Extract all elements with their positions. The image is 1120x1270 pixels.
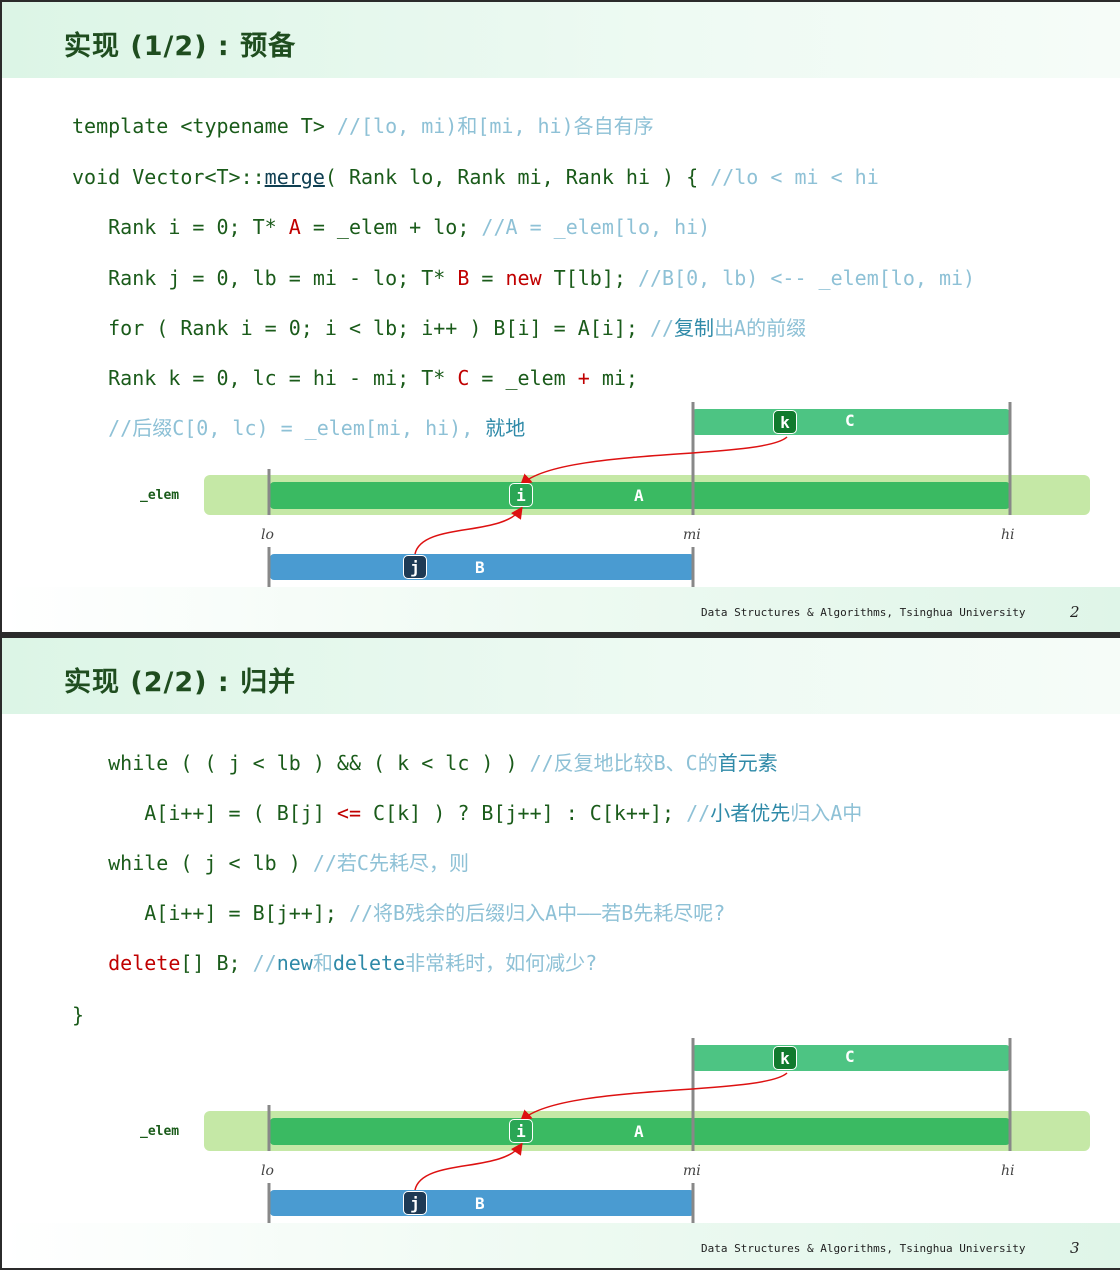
code-line: void Vector<T>::merge( Rank lo, Rank mi,…: [72, 164, 879, 190]
code-token: delete: [108, 951, 181, 975]
code-token: <=: [336, 801, 361, 825]
bar-label-a: A: [634, 486, 644, 505]
code-token: = _elem: [469, 366, 578, 390]
merge-diagram: _elemlo mi hi C A Bk i j: [2, 1038, 1120, 1238]
code-token: for ( Rank i = 0; i < lb; i++ ) B[i] = A…: [72, 316, 650, 340]
footer: Data Structures & Algorithms, Tsinghua U…: [2, 1223, 1120, 1268]
code-token: 小者优先: [710, 801, 791, 825]
code-token: //将B残余的后缀归入A中——若B先耗尽呢?: [348, 901, 726, 925]
code-token: merge: [264, 165, 325, 189]
pointer-i: i: [509, 1119, 533, 1143]
code-token: delete: [332, 951, 406, 975]
page-number: 3: [1070, 1239, 1080, 1257]
code-token: 首元素: [717, 751, 778, 775]
code-line: A[i++] = B[j++]; //将B残余的后缀归入A中——若B先耗尽呢?: [72, 900, 725, 926]
bar-label-c: C: [845, 411, 855, 430]
code-token: new: [276, 951, 313, 975]
code-token: 归入A中: [790, 801, 863, 825]
code-token: A[i++] = ( B[j]: [72, 801, 337, 825]
code-line: Rank i = 0; T* A = _elem + lo; //A = _el…: [72, 214, 710, 240]
code-token: //: [252, 951, 277, 975]
pointer-i: i: [509, 483, 533, 507]
code-line: template <typename T> //[lo, mi)和[mi, hi…: [72, 113, 654, 139]
code-line: while ( j < lb ) //若C先耗尽，则: [72, 850, 469, 876]
code-line: }: [72, 1002, 84, 1028]
code-line: while ( ( j < lb ) && ( k < lc ) ) //反复地…: [72, 750, 778, 776]
code-line: for ( Rank i = 0; i < lb; i++ ) B[i] = A…: [72, 315, 806, 341]
code-token: 出A的前缀: [714, 316, 807, 340]
axis-label-mi: mi: [683, 527, 701, 543]
footer-text: Data Structures & Algorithms, Tsinghua U…: [701, 1242, 1026, 1255]
code-token: //[lo, mi)和[mi, hi)各自有序: [336, 114, 654, 138]
pointer-j: j: [403, 555, 427, 579]
code-token: C: [457, 366, 470, 390]
footer-text: Data Structures & Algorithms, Tsinghua U…: [701, 606, 1026, 619]
code-token: [] B;: [180, 951, 253, 975]
elem-label: _elem: [140, 488, 180, 503]
code-token: 就地: [485, 416, 526, 440]
code-token: +: [577, 366, 590, 390]
code-token: T[lb];: [541, 266, 638, 290]
code-token: mi;: [589, 366, 638, 390]
code-token: Rank i = 0; T*: [72, 215, 289, 239]
slide-1: 实现 (1/2) : 预备 _elemlo mi hi C A Bk i j Data Str…: [2, 2, 1120, 632]
pointer-j: j: [403, 1191, 427, 1215]
code-line: delete[] B; //new和delete非常耗时，如何减少?: [72, 950, 597, 976]
code-token: A: [288, 215, 301, 239]
axis-label-hi: hi: [1001, 1163, 1015, 1179]
elem-label: _elem: [140, 1124, 180, 1139]
code-token: while ( ( j < lb ) && ( k < lc ) ): [72, 751, 530, 775]
code-token: B: [457, 266, 470, 290]
pointer-k: k: [773, 1046, 797, 1070]
footer: Data Structures & Algorithms, Tsinghua U…: [2, 587, 1120, 632]
axis-label-lo: lo: [261, 527, 274, 543]
page-number: 2: [1070, 603, 1080, 621]
code-token: //: [686, 801, 711, 825]
code-token: //B[0, lb) <-- _elem[lo, mi): [637, 266, 976, 290]
slide-title: 实现 (1/2) : 预备: [64, 31, 297, 62]
code-token: new: [505, 266, 542, 290]
axis-label-hi: hi: [1001, 527, 1015, 543]
code-token: //后缀C[0, lc) = _elem[mi, hi),: [72, 416, 486, 440]
bar-label-b: B: [475, 558, 485, 577]
code-token: 和: [312, 951, 333, 975]
code-token: //A = _elem[lo, hi): [481, 215, 711, 239]
slide-2: 实现 (2/2) : 归并 _elemlo mi hi C A Bk i j Data Str…: [2, 638, 1120, 1268]
code-token: while ( j < lb ): [72, 851, 313, 875]
title-bar: 实现 (2/2) : 归并: [2, 638, 1120, 714]
code-token: Rank j = 0, lb = mi - lo; T*: [72, 266, 458, 290]
bar-label-b: B: [475, 1194, 485, 1213]
title-bar: 实现 (1/2) : 预备: [2, 2, 1120, 78]
code-token: Rank k = 0, lc = hi - mi; T*: [72, 366, 458, 390]
bar-label-c: C: [845, 1047, 855, 1066]
pointer-k: k: [773, 410, 797, 434]
code-line: Rank k = 0, lc = hi - mi; T* C = _elem +…: [72, 365, 638, 391]
bar-label-a: A: [634, 1122, 644, 1141]
code-line: Rank j = 0, lb = mi - lo; T* B = new T[l…: [72, 265, 975, 291]
code-line: //后缀C[0, lc) = _elem[mi, hi), 就地: [72, 415, 525, 441]
code-line: A[i++] = ( B[j] <= C[k] ) ? B[j++] : C[k…: [72, 800, 862, 826]
code-token: A[i++] = B[j++];: [72, 901, 349, 925]
code-token: void Vector<T>::: [72, 165, 265, 189]
code-token: template <typename T>: [72, 114, 337, 138]
code-token: //反复地比较B、C的: [529, 751, 718, 775]
axis-label-lo: lo: [261, 1163, 274, 1179]
code-token: 非常耗时，如何减少?: [405, 951, 598, 975]
slide-title: 实现 (2/2) : 归并: [64, 667, 297, 698]
code-token: //: [649, 316, 675, 340]
code-token: ( Rank lo, Rank mi, Rank hi ) {: [324, 165, 711, 189]
code-token: }: [72, 1003, 85, 1027]
code-token: //若C先耗尽，则: [312, 851, 469, 875]
code-token: C[k] ) ? B[j++] : C[k++];: [361, 801, 687, 825]
arrow-j-to-i: [414, 1142, 523, 1191]
arrow-j-to-i: [414, 506, 523, 555]
code-token: //lo < mi < hi: [710, 165, 879, 189]
axis-label-mi: mi: [683, 1163, 701, 1179]
code-token: =: [469, 266, 506, 290]
code-token: 复制: [674, 316, 715, 340]
code-token: = _elem + lo;: [300, 215, 482, 239]
